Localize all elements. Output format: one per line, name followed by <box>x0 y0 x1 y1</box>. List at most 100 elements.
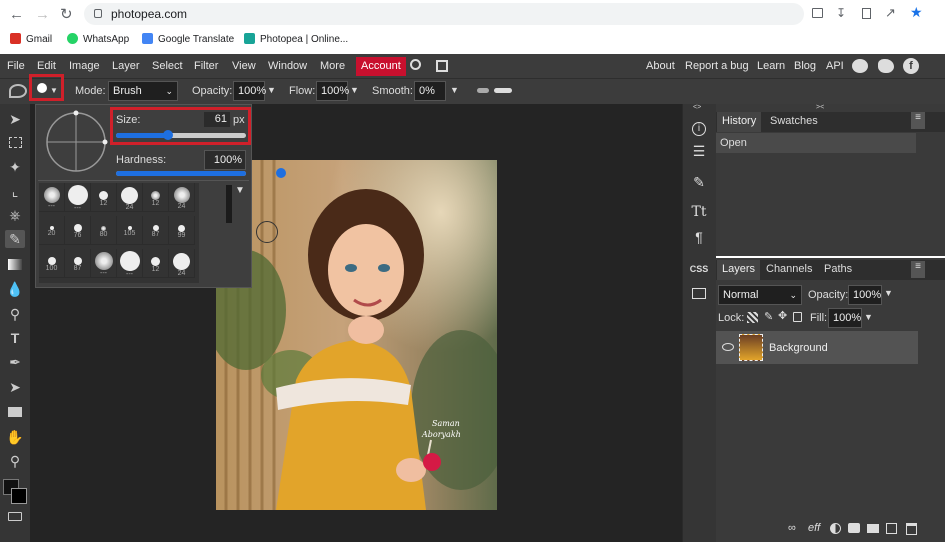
menu-image[interactable]: Image <box>69 60 100 72</box>
character-icon[interactable]: Tt <box>689 202 709 222</box>
canvas-image[interactable] <box>216 160 497 510</box>
crop-tool-icon[interactable]: ⌞ <box>5 182 25 200</box>
new-layer-icon[interactable] <box>886 523 897 534</box>
flow-dropdown-icon[interactable]: ▼ <box>350 85 359 95</box>
download-icon[interactable]: ↧ <box>836 6 846 20</box>
lock-position-icon[interactable]: ✥ <box>778 309 787 322</box>
brush-angle-icon[interactable] <box>44 110 108 174</box>
path-select-icon[interactable]: ➤ <box>5 378 25 396</box>
brush-preset[interactable]: 87 <box>65 249 91 278</box>
brush-preset[interactable]: 24 <box>117 183 143 212</box>
link-layers-icon[interactable]: ∞ <box>788 522 796 534</box>
bookmark-google-translate[interactable]: Google Translate <box>142 33 234 45</box>
preset-scrollbar[interactable] <box>226 185 232 223</box>
brush-preset[interactable]: 76 <box>65 216 91 245</box>
smooth-input[interactable]: 0% <box>414 81 446 101</box>
keyboard-icon[interactable] <box>8 512 22 521</box>
layer-name[interactable]: Background <box>769 342 828 354</box>
twitter-icon[interactable] <box>878 59 894 73</box>
brush-preset[interactable]: 100 <box>39 249 65 278</box>
adjustments-icon[interactable]: ☰ <box>689 141 709 161</box>
layer-opacity-dropdown-icon[interactable]: ▼ <box>884 288 893 298</box>
bookmark-star-icon[interactable]: ★ <box>910 4 923 21</box>
menu-blog[interactable]: Blog <box>794 60 816 72</box>
menu-report-bug[interactable]: Report a bug <box>685 60 749 72</box>
folder-icon[interactable] <box>867 524 879 533</box>
menu-select[interactable]: Select <box>152 60 183 72</box>
menu-about[interactable]: About <box>646 60 675 72</box>
brush-preset[interactable]: 12 <box>143 183 169 212</box>
healing-brush-icon[interactable]: ⎈ <box>5 206 25 224</box>
brush-preset[interactable]: --- <box>39 183 65 212</box>
smooth-dropdown-icon[interactable]: ▼ <box>450 85 459 95</box>
brush-tool-icon[interactable]: ✎ <box>5 230 25 248</box>
size-slider-knob[interactable] <box>163 130 173 140</box>
url-text[interactable]: photopea.com <box>111 7 187 21</box>
background-color-swatch[interactable] <box>11 488 27 504</box>
brush-preset[interactable]: 24 <box>169 183 195 212</box>
trash-icon[interactable] <box>906 523 917 535</box>
history-menu-icon[interactable]: ≡ <box>911 112 925 129</box>
hardness-slider-track[interactable] <box>116 171 246 176</box>
brush-tool-icon[interactable] <box>9 84 27 98</box>
fill-input[interactable]: 100% <box>828 308 862 328</box>
brush-preset[interactable]: 12 <box>91 183 117 212</box>
brush-preset[interactable]: --- <box>117 249 143 278</box>
blur-tool-icon[interactable]: 💧 <box>5 280 25 298</box>
collapse-arrows-icon[interactable]: >< <box>816 104 824 111</box>
shape-tool-icon[interactable] <box>5 403 25 421</box>
brush-preset[interactable]: 80 <box>91 216 117 245</box>
reddit-icon[interactable] <box>852 59 868 73</box>
layers-menu-icon[interactable]: ≡ <box>911 261 925 278</box>
cast-icon[interactable] <box>812 8 823 18</box>
brush-preset[interactable]: --- <box>91 249 117 278</box>
css-icon[interactable]: CSS <box>689 259 709 279</box>
search-icon[interactable] <box>410 59 421 70</box>
type-tool-icon[interactable]: T <box>5 329 25 347</box>
size-slider-track[interactable] <box>116 133 246 138</box>
adjustment-layer-icon[interactable] <box>830 523 841 534</box>
brush-preset[interactable]: 87 <box>143 216 169 245</box>
menu-filter[interactable]: Filter <box>194 60 218 72</box>
menu-api[interactable]: API <box>826 60 844 72</box>
opacity-input[interactable]: 100% <box>233 81 266 101</box>
tab-history[interactable]: History <box>717 112 762 132</box>
lock-all-icon[interactable] <box>793 312 802 322</box>
mask-icon[interactable] <box>848 523 860 533</box>
history-item[interactable]: Open <box>716 133 916 153</box>
image-icon[interactable] <box>689 284 709 304</box>
brush-preset[interactable]: 99 <box>169 216 195 245</box>
marquee-tool-icon[interactable] <box>5 134 25 152</box>
bookmark-photopea[interactable]: Photopea | Online... <box>244 33 348 45</box>
tab-layers[interactable]: Layers <box>717 260 761 280</box>
airbrush-icon[interactable] <box>477 88 489 93</box>
menu-edit[interactable]: Edit <box>37 60 56 72</box>
preset-menu-icon[interactable]: ▼ <box>235 185 245 196</box>
forward-icon[interactable]: → <box>35 6 50 23</box>
info-icon[interactable]: i <box>689 116 709 136</box>
tab-paths[interactable]: Paths <box>819 260 857 280</box>
page-icon[interactable] <box>862 8 871 19</box>
brush-preset[interactable]: 24 <box>169 249 195 278</box>
size-input[interactable]: 61 <box>204 112 230 127</box>
account-button[interactable]: Account <box>356 57 406 76</box>
pressure-icon[interactable] <box>494 88 512 93</box>
eye-icon[interactable] <box>722 343 734 351</box>
menu-more[interactable]: More <box>320 60 345 72</box>
menu-learn[interactable]: Learn <box>757 60 785 72</box>
tab-swatches[interactable]: Swatches <box>765 112 823 132</box>
menu-layer[interactable]: Layer <box>112 60 140 72</box>
hardness-slider-knob[interactable] <box>276 168 286 178</box>
reload-icon[interactable]: ↻ <box>60 5 73 23</box>
layer-opacity-input[interactable]: 100% <box>848 285 882 305</box>
share-icon[interactable]: ↗ <box>885 5 896 21</box>
brush-preset[interactable]: 12 <box>143 249 169 278</box>
brush-preset[interactable]: 20 <box>39 216 65 245</box>
fill-dropdown-icon[interactable]: ▼ <box>864 312 873 322</box>
zoom-tool-icon[interactable]: ⚲ <box>5 452 25 470</box>
facebook-icon[interactable]: f <box>903 58 919 74</box>
paragraph-icon[interactable]: ¶ <box>689 227 709 247</box>
brush-preset[interactable]: 105 <box>117 216 143 245</box>
opacity-dropdown-icon[interactable]: ▼ <box>267 85 276 95</box>
dodge-tool-icon[interactable]: ⚲ <box>5 305 25 323</box>
